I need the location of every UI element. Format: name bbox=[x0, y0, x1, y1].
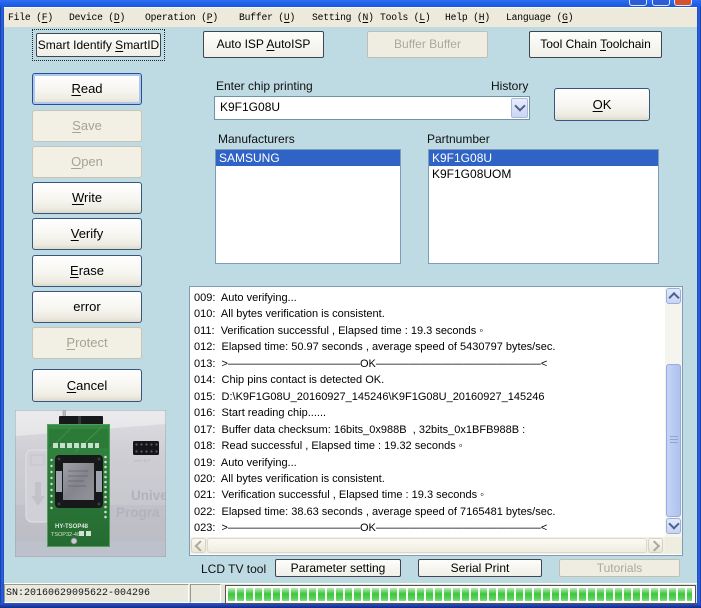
svg-text:HY-TSOP48: HY-TSOP48 bbox=[55, 524, 89, 530]
svg-text:TSOP32-48: TSOP32-48 bbox=[51, 532, 80, 538]
svg-text:MAIN ECT: MAIN ECT bbox=[134, 459, 152, 463]
svg-text:Progra: Progra bbox=[116, 505, 160, 520]
svg-text:Unive: Unive bbox=[131, 488, 166, 503]
